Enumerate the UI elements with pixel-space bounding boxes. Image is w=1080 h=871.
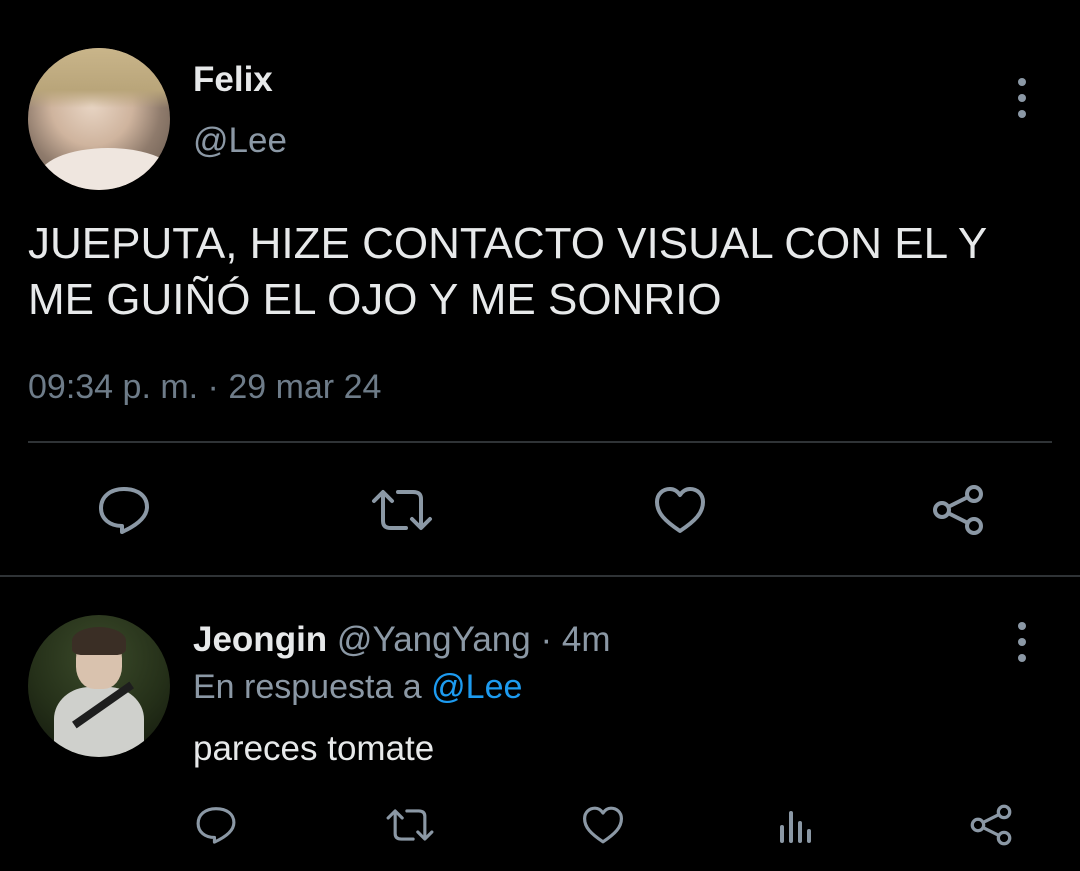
like-icon — [655, 487, 705, 533]
reply-author-handle[interactable]: @YangYang — [337, 620, 531, 659]
divider — [28, 441, 1052, 443]
share-icon — [970, 804, 1012, 846]
tweet-timestamp[interactable]: 09:34 p. m. · 29 mar 24 — [28, 368, 381, 407]
like-button[interactable] — [580, 803, 626, 847]
share-button[interactable] — [968, 802, 1014, 848]
tweet-detail-page: Felix @Lee JUEPUTA, HIZE CONTACTO VISUAL… — [0, 0, 1080, 871]
reply-context: En respuesta a @Lee — [193, 668, 522, 707]
tweet-text: JUEPUTA, HIZE CONTACTO VISUAL CON EL Y M… — [28, 219, 988, 324]
avatar-body — [54, 687, 144, 757]
more-options-icon[interactable] — [1016, 78, 1028, 118]
retweet-button[interactable] — [370, 484, 434, 536]
reply-button[interactable] — [194, 803, 238, 847]
avatar-hair — [28, 48, 170, 108]
author-handle[interactable]: @Lee — [193, 121, 287, 161]
view-stats-button[interactable] — [774, 803, 818, 847]
reply-prefix: En respuesta a — [193, 668, 422, 706]
main-tweet: Felix @Lee JUEPUTA, HIZE CONTACTO VISUAL… — [0, 0, 1080, 577]
reply-button[interactable] — [96, 484, 152, 536]
reply-author-name[interactable]: Jeongin — [193, 620, 327, 659]
author-display-name[interactable]: Felix — [193, 60, 273, 100]
retweet-button[interactable] — [384, 803, 436, 847]
avatar[interactable] — [28, 615, 170, 757]
more-options-icon[interactable] — [1016, 622, 1028, 662]
reply-text: pareces tomate — [193, 729, 435, 768]
like-icon — [583, 806, 623, 844]
reply-age: 4m — [561, 620, 611, 659]
stats-icon — [780, 811, 811, 843]
retweet-icon — [386, 809, 434, 841]
reply-icon — [99, 487, 149, 534]
avatar-hair — [72, 627, 126, 655]
avatar-arm — [38, 148, 170, 190]
share-icon — [933, 485, 983, 535]
share-button[interactable] — [930, 482, 986, 538]
retweet-icon — [372, 490, 432, 530]
reply-header: Jeongin @YangYang · 4m — [193, 620, 611, 660]
like-button[interactable] — [652, 484, 708, 536]
reply-mention-link[interactable]: @Lee — [431, 668, 522, 706]
section-divider — [0, 575, 1080, 577]
reply-icon — [196, 807, 236, 844]
avatar[interactable] — [28, 48, 170, 190]
separator-dot: · — [540, 620, 553, 659]
